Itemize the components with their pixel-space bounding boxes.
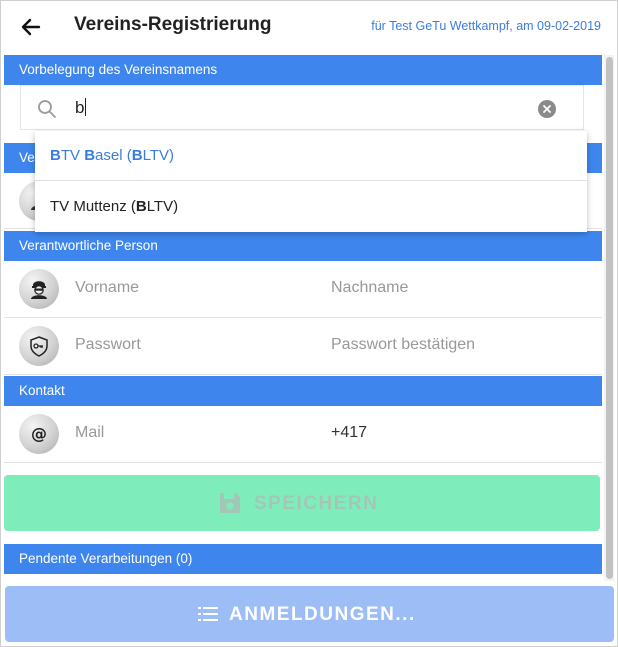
club-search-input[interactable]: b <box>20 85 584 130</box>
search-value: b <box>75 98 87 118</box>
suggestion-item[interactable]: BTV Basel (BLTV) <box>35 131 587 181</box>
registrations-button[interactable]: ANMELDUNGEN... <box>5 586 614 642</box>
shield-key-icon <box>30 336 48 357</box>
password-confirm-field[interactable]: Passwort bestätigen <box>331 336 475 354</box>
suggestion-match: B <box>84 147 96 164</box>
section-header-contact: Kontakt <box>4 376 602 406</box>
section-header-responsible: Verantwortliche Person <box>4 231 602 261</box>
event-info: für Test GeTu Wettkampf, am 09-02-2019 <box>371 19 601 33</box>
floppy-disk-icon <box>220 493 240 513</box>
app-header: Vereins-Registrierung für Test GeTu Wett… <box>1 1 617 53</box>
page-title: Vereins-Registrierung <box>74 14 272 35</box>
suggestion-text: TV Muttenz ( <box>50 198 136 215</box>
section-header-pending: Pendente Verarbeitungen (0) <box>4 544 602 574</box>
suggestion-text: LTV) <box>142 147 174 164</box>
suggestion-item[interactable]: TV Muttenz (BLTV) <box>35 182 587 232</box>
password-field[interactable]: Passwort <box>75 336 141 354</box>
app-frame: Vereins-Registrierung für Test GeTu Wett… <box>0 0 618 647</box>
search-icon <box>38 100 56 118</box>
lastname-field[interactable]: Nachname <box>331 279 408 297</box>
masked-person-icon <box>31 281 47 299</box>
section-header-club-label: Ve <box>19 150 35 165</box>
firstname-field[interactable]: Vorname <box>75 279 139 297</box>
contact-row: @ Mail +417 <box>4 406 602 463</box>
section-header-preset: Vorbelegung des Vereinsnamens <box>4 55 602 85</box>
person-avatar <box>19 269 59 309</box>
at-sign-icon: @ <box>31 424 47 443</box>
suggestion-match: B <box>50 147 61 164</box>
save-button[interactable]: SPEICHERN <box>4 475 600 531</box>
svg-text:@: @ <box>31 424 47 443</box>
mail-avatar: @ <box>19 414 59 454</box>
arrow-left-icon[interactable] <box>17 13 45 41</box>
suggestion-match: B <box>135 198 147 215</box>
scrollbar-thumb[interactable] <box>606 57 613 579</box>
password-avatar <box>19 326 59 366</box>
text-caret <box>85 98 87 116</box>
suggestion-match: B <box>131 147 143 164</box>
list-icon <box>198 607 218 621</box>
password-row: Passwort Passwort bestätigen <box>4 318 602 375</box>
registrations-button-label: ANMELDUNGEN... <box>229 604 416 625</box>
save-button-label: SPEICHERN <box>254 493 379 514</box>
suggestion-text: asel ( <box>95 147 132 164</box>
phone-field[interactable]: +417 <box>331 424 367 442</box>
autocomplete-dropdown: BTV Basel (BLTV) TV Muttenz (BLTV) <box>35 131 587 232</box>
suggestion-text: TV <box>60 147 85 164</box>
name-row: Vorname Nachname <box>4 261 602 318</box>
mail-field[interactable]: Mail <box>75 424 104 442</box>
search-text: b <box>75 98 85 117</box>
suggestion-text: LTV) <box>146 198 179 215</box>
clear-icon[interactable] <box>538 100 556 118</box>
